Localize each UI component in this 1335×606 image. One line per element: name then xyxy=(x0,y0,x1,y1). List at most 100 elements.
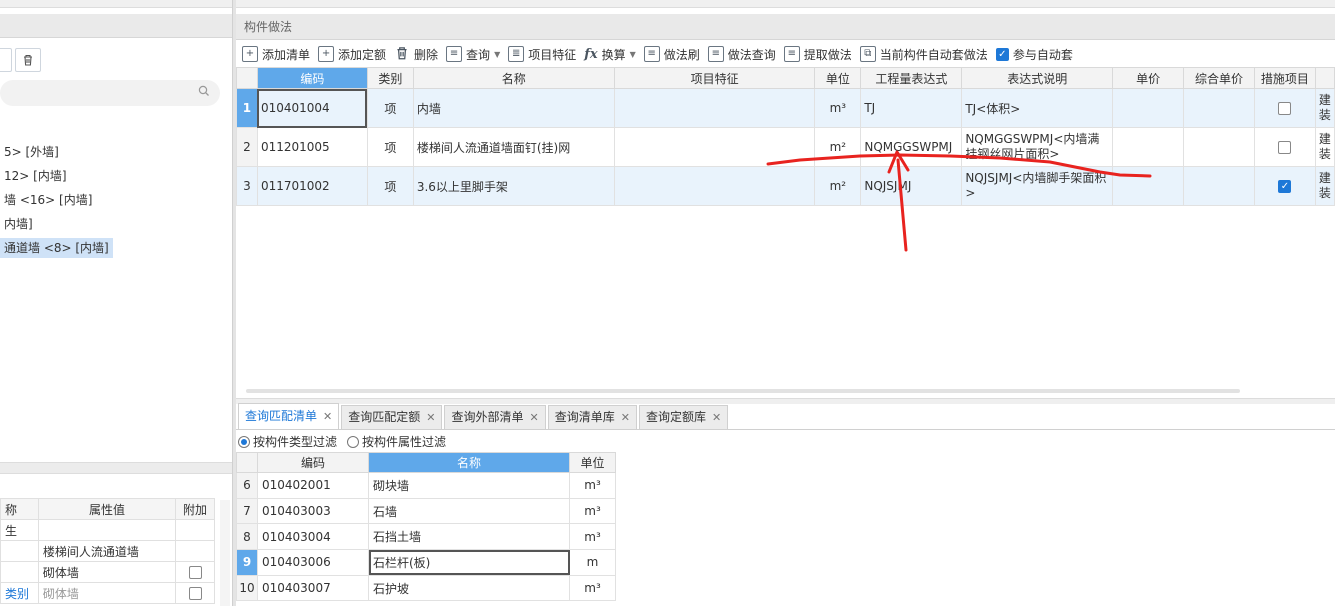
extra-checkbox[interactable] xyxy=(188,566,202,579)
col-header-name[interactable]: 名称 xyxy=(368,452,570,473)
col-header-unit[interactable]: 单位 xyxy=(569,452,616,473)
feature-button[interactable]: ≣ 项目特征 xyxy=(508,43,582,65)
tree-item-selected[interactable]: 通道墙 <8> [内墙] xyxy=(0,238,113,258)
col-header-code[interactable]: 编码 xyxy=(256,67,368,89)
cell-desc[interactable]: NQJSJMJ<内墙脚手架面积> xyxy=(961,166,1114,206)
cell-code[interactable]: 010403007 xyxy=(257,574,369,602)
delete-component-button[interactable] xyxy=(15,48,41,72)
measure-checkbox-checked[interactable]: ✓ xyxy=(1278,180,1292,193)
auto-apply-button[interactable]: ⧉ 当前构件自动套做法 xyxy=(859,43,994,65)
cell-code[interactable]: 010403004 xyxy=(257,523,369,551)
col-header-feature[interactable]: 项目特征 xyxy=(613,67,816,89)
cell-name[interactable]: 砌块墙 xyxy=(368,472,570,499)
col-header-total[interactable]: 综合单价 xyxy=(1183,67,1255,89)
cell-expr[interactable]: TJ xyxy=(860,88,963,128)
extra-checkbox[interactable] xyxy=(188,587,202,600)
filter-by-type-radio[interactable]: 按构件类型过滤 xyxy=(238,433,337,450)
prop-value[interactable] xyxy=(37,519,177,541)
row-number[interactable]: 6 xyxy=(236,472,258,499)
cell-total[interactable] xyxy=(1183,127,1255,167)
cell-unit[interactable]: m³ xyxy=(569,574,616,602)
cell-unit[interactable]: m³ xyxy=(569,497,616,525)
cell-type[interactable]: 项 xyxy=(366,127,414,167)
query-button[interactable]: ≡ 查询 ▼ xyxy=(446,43,506,65)
cell-code[interactable]: 010403003 xyxy=(257,497,369,525)
measure-checkbox[interactable] xyxy=(1278,141,1292,154)
cell-feature[interactable] xyxy=(613,166,816,206)
cell-name[interactable]: 3.6以上里脚手架 xyxy=(412,166,615,206)
tab-quota-library[interactable]: 查询定额库 ✕ xyxy=(638,405,729,429)
tab-list-library[interactable]: 查询清单库 ✕ xyxy=(547,405,637,429)
cell-code[interactable]: 010402001 xyxy=(257,472,369,499)
cell-unit[interactable]: m³ xyxy=(569,472,616,499)
cell-feature[interactable] xyxy=(613,88,816,128)
filter-by-attr-radio[interactable]: 按构件属性过滤 xyxy=(347,433,446,450)
close-icon[interactable]: ✕ xyxy=(529,411,538,424)
col-header-unit[interactable]: 单位 xyxy=(814,67,862,89)
method-query-button[interactable]: ≡ 做法查询 xyxy=(707,43,782,65)
prop-value[interactable]: 砌体墙 xyxy=(37,582,177,604)
cell-measure[interactable] xyxy=(1253,127,1316,167)
row-number[interactable]: 7 xyxy=(236,497,258,525)
cell-name[interactable]: 石挡土墙 xyxy=(368,523,570,551)
tree-item[interactable]: 内墙] xyxy=(0,214,37,234)
table-row[interactable]: 6 010402001 砌块墙 m³ xyxy=(236,472,616,499)
row-number[interactable]: 2 xyxy=(236,127,258,167)
cell-expr[interactable]: NQMGGSWPMJ xyxy=(860,127,963,167)
left-scrollbar[interactable] xyxy=(220,500,230,606)
cell-unit[interactable]: m² xyxy=(814,127,862,167)
tree-item[interactable]: 墙 <16> [内墙] xyxy=(0,190,96,210)
cell-price[interactable] xyxy=(1112,166,1185,206)
tree-item[interactable]: 5> [外墙] xyxy=(0,142,63,162)
table-row[interactable]: 7 010403003 石墙 m³ xyxy=(236,497,616,525)
cell-name[interactable]: 内墙 xyxy=(412,88,615,128)
measure-checkbox[interactable] xyxy=(1278,102,1292,115)
cell-desc[interactable]: NQMGGSWPMJ<内墙满挂钢丝网片面积> xyxy=(961,127,1114,167)
add-list-button[interactable]: + 添加清单 xyxy=(242,43,316,65)
cell-name[interactable]: 石墙 xyxy=(368,497,570,525)
cell-price[interactable] xyxy=(1112,127,1185,167)
extract-method-button[interactable]: ≡ 提取做法 xyxy=(783,43,858,65)
cell-unit[interactable]: m xyxy=(569,549,616,576)
col-header-name[interactable]: 名称 xyxy=(412,67,615,89)
cell-price[interactable] xyxy=(1112,88,1185,128)
cell-code[interactable]: 010401004 xyxy=(256,88,368,128)
cell-code[interactable]: 011701002 xyxy=(256,166,368,206)
cell-unit[interactable]: m³ xyxy=(569,523,616,551)
cell-type[interactable]: 项 xyxy=(366,88,414,128)
convert-button[interactable]: fx 换算 ▼ xyxy=(584,43,642,65)
col-header-price[interactable]: 单价 xyxy=(1112,67,1185,89)
new-component-button[interactable] xyxy=(0,48,12,72)
col-header-type[interactable]: 类别 xyxy=(366,67,414,89)
method-brush-button[interactable]: ≡ 做法刷 xyxy=(643,43,706,65)
close-icon[interactable]: ✕ xyxy=(426,411,435,424)
cell-code[interactable]: 010403006 xyxy=(257,549,369,576)
cell-desc[interactable]: TJ<体积> xyxy=(961,88,1114,128)
close-icon[interactable]: ✕ xyxy=(621,411,630,424)
cell-name[interactable]: 石栏杆(板) xyxy=(368,549,570,576)
add-quota-button[interactable]: + 添加定额 xyxy=(318,43,392,65)
row-number[interactable]: 8 xyxy=(236,523,258,551)
tab-external-list[interactable]: 查询外部清单 ✕ xyxy=(444,405,546,429)
col-header-desc[interactable]: 表达式说明 xyxy=(961,67,1114,89)
row-number[interactable]: 9 xyxy=(236,549,258,576)
table-row[interactable]: 1 010401004 项 内墙 m³ TJ TJ<体积> 建装 xyxy=(236,88,1335,128)
participate-auto-checkbox[interactable]: ✓ 参与自动套 xyxy=(995,43,1079,65)
cell-code[interactable]: 011201005 xyxy=(256,127,368,167)
table-row[interactable]: 10 010403007 石护坡 m³ xyxy=(236,574,616,602)
row-number[interactable]: 1 xyxy=(236,88,258,128)
delete-button[interactable]: 删除 xyxy=(394,43,444,65)
tab-match-list[interactable]: 查询匹配清单 ✕ xyxy=(238,403,340,429)
component-search-input[interactable] xyxy=(0,80,220,106)
row-number[interactable]: 3 xyxy=(236,166,258,206)
prop-value[interactable]: 楼梯间人流通道墙 xyxy=(37,540,177,562)
cell-total[interactable] xyxy=(1183,166,1255,206)
row-number[interactable]: 10 xyxy=(236,574,258,602)
cell-measure[interactable] xyxy=(1253,88,1316,128)
table-row[interactable]: 2 011201005 项 楼梯间人流通道墙面钉(挂)网 m² NQMGGSWP… xyxy=(236,127,1335,167)
cell-expr[interactable]: NQJSJMJ xyxy=(860,166,963,206)
cell-type[interactable]: 项 xyxy=(366,166,414,206)
table-row[interactable]: 3 011701002 项 3.6以上里脚手架 m² NQJSJMJ NQJSJ… xyxy=(236,166,1335,206)
cell-total[interactable] xyxy=(1183,88,1255,128)
horizontal-scrollbar[interactable] xyxy=(246,389,1240,393)
